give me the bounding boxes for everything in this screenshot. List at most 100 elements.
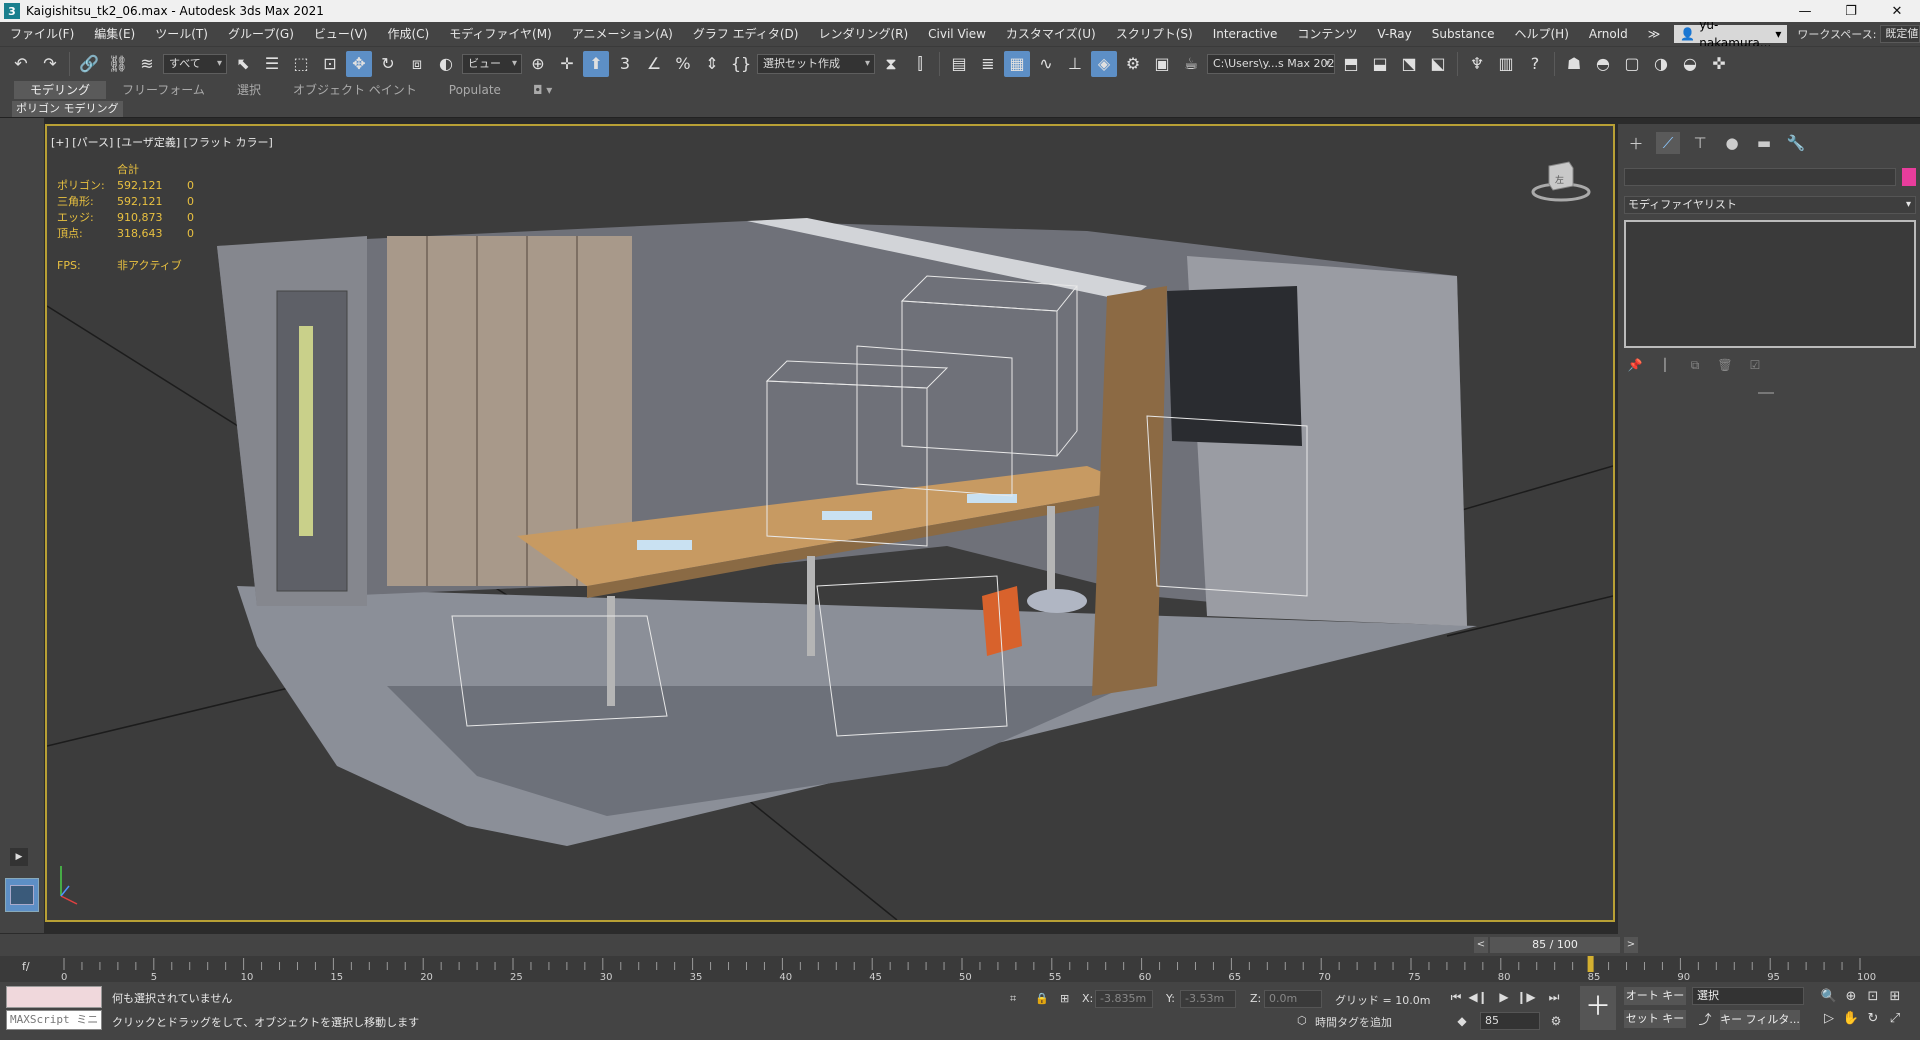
menu-modifiers[interactable]: モディファイヤ(M) (439, 22, 562, 46)
layer-select-icon[interactable]: ⬕ (1425, 51, 1451, 77)
time-slider[interactable]: < 85 / 100 > (0, 934, 1920, 956)
scene-explorer-icon[interactable]: ▤ (946, 51, 972, 77)
key-filters-button[interactable]: キー フィルタ... (1720, 1010, 1800, 1030)
menu-graph-editors[interactable]: グラフ エディタ(D) (683, 22, 809, 46)
layer-icon[interactable]: ⬓ (1367, 51, 1393, 77)
redo-icon[interactable]: ↷ (37, 51, 63, 77)
project-folder-icon[interactable]: ⬒ (1338, 51, 1364, 77)
viewport-label[interactable]: [+] [パース] [ユーザ定義] [フラット カラー] (51, 134, 273, 150)
go-to-end-icon[interactable]: ⏭ (1544, 988, 1564, 1006)
prev-frame-arrow-icon[interactable]: < (1474, 937, 1488, 953)
object-name-field[interactable] (1624, 168, 1896, 186)
show-end-result-icon[interactable]: ┃ (1656, 356, 1674, 374)
polygon-modeling-panel-label[interactable]: ポリゴン モデリング (12, 101, 123, 117)
next-frame-arrow-icon[interactable]: > (1624, 937, 1638, 953)
ribbon-tab-selection[interactable]: 選択 (221, 81, 277, 99)
layer-explorer-icon[interactable]: ≣ (975, 51, 1001, 77)
curve-editor-icon[interactable]: ∿ (1033, 51, 1059, 77)
menu-tools[interactable]: ツール(T) (145, 22, 218, 46)
menu-civil-view[interactable]: Civil View (918, 22, 996, 46)
snaps-toggle-icon[interactable]: 3 (612, 51, 638, 77)
key-mode-icon[interactable]: ◆ (1452, 1012, 1472, 1030)
auto-key-button[interactable]: オート キー (1624, 987, 1686, 1005)
substance-icon[interactable]: ◒ (1677, 51, 1703, 77)
project-path-dropdown[interactable]: C:\Users\y...s Max 2021 (1207, 53, 1335, 74)
align-icon[interactable]: ⫿ (907, 51, 933, 77)
menu-interactive[interactable]: Interactive (1203, 22, 1288, 46)
object-color-swatch[interactable] (1902, 168, 1916, 186)
z-coordinate-field[interactable]: 0.0m (1264, 990, 1322, 1008)
selection-filter-dropdown[interactable]: すべて (163, 53, 227, 74)
named-selection-set-dropdown[interactable]: 選択セット作成 (757, 53, 875, 74)
pin-stack-icon[interactable]: 📌 (1626, 356, 1644, 374)
mini-listener-output[interactable] (6, 986, 102, 1008)
zoom-extents-icon[interactable]: ⊡ (1864, 988, 1882, 1006)
go-to-start-icon[interactable]: ⏮ (1446, 988, 1466, 1006)
viewcube[interactable]: 左 (1529, 156, 1593, 206)
close-button[interactable]: ✕ (1874, 0, 1920, 22)
user-account-button[interactable]: 👤 yu-nakamura... ▾ (1674, 18, 1788, 50)
menu-rendering[interactable]: レンダリング(R) (808, 22, 918, 46)
civil-view-icon[interactable]: ♆ (1464, 51, 1490, 77)
select-scale-icon[interactable]: ⧈ (404, 51, 430, 77)
vray-icon[interactable]: ✜ (1706, 51, 1732, 77)
menu-scripting[interactable]: スクリプト(S) (1106, 22, 1203, 46)
current-frame-field[interactable]: 85 (1480, 1012, 1540, 1030)
modify-tab-icon[interactable]: ⟋ (1656, 132, 1680, 154)
select-rotate-icon[interactable]: ↻ (375, 51, 401, 77)
zoom-icon[interactable]: 🔍 (1820, 988, 1838, 1006)
menu-file[interactable]: ファイル(F) (0, 22, 84, 46)
render-activeshade-icon[interactable]: ◓ (1590, 51, 1616, 77)
render-production-icon[interactable]: ☕ (1178, 51, 1204, 77)
select-move-icon[interactable]: ✥ (346, 50, 372, 77)
edit-named-selection-icon[interactable]: {} (728, 51, 754, 77)
y-coordinate-field[interactable]: -3.53m (1180, 990, 1236, 1008)
absolute-mode-icon[interactable]: ⊞ (1060, 992, 1069, 1005)
unlink-icon[interactable]: ⛓ (105, 51, 131, 77)
perspective-viewport[interactable]: [+] [パース] [ユーザ定義] [フラット カラー] 合計 ポリゴン: 59… (45, 124, 1615, 922)
select-object-icon[interactable]: ⬉ (230, 51, 256, 77)
listener-icon[interactable]: ▥ (1493, 51, 1519, 77)
time-slider-thumb[interactable]: 85 / 100 (1490, 937, 1620, 953)
ribbon-tab-freeform[interactable]: フリーフォーム (106, 81, 221, 99)
reference-coordinate-dropdown[interactable]: ビュー (462, 53, 522, 74)
selection-set-dropdown[interactable]: 選択 (1692, 987, 1804, 1005)
maxscript-mini-input[interactable]: MAXScript ミニ (6, 1010, 102, 1030)
menu-content[interactable]: コンテンツ (1287, 22, 1367, 46)
menu-overflow[interactable]: ≫ (1638, 22, 1671, 46)
arnold-icon[interactable]: ◑ (1648, 51, 1674, 77)
mirror-icon[interactable]: ⧗ (878, 51, 904, 77)
time-config-icon[interactable]: ⚙ (1546, 1012, 1566, 1030)
layer-add-icon[interactable]: ⬔ (1396, 51, 1422, 77)
current-frame-marker[interactable] (1587, 956, 1594, 972)
menu-view[interactable]: ビュー(V) (304, 22, 378, 46)
keyboard-shortcut-override-icon[interactable]: ⬆ (583, 50, 609, 77)
select-by-name-icon[interactable]: ☰ (259, 51, 285, 77)
modifier-list-dropdown[interactable]: モディファイヤリスト (1624, 196, 1916, 214)
time-tag-icon[interactable]: ⬡ (1297, 1014, 1307, 1027)
spinner-snap-icon[interactable]: ⇕ (699, 51, 725, 77)
zoom-extents-all-icon[interactable]: ⊞ (1886, 988, 1904, 1006)
angle-snap-icon[interactable]: ∠ (641, 51, 667, 77)
utilities-tab-icon[interactable]: 🔧 (1784, 132, 1808, 154)
schematic-view-icon[interactable]: ⊥ (1062, 51, 1088, 77)
ribbon-options-icon[interactable]: ◘ ▾ (517, 81, 568, 99)
menu-edit[interactable]: 編集(E) (84, 22, 145, 46)
rect-selection-icon[interactable]: ⬚ (288, 51, 314, 77)
configure-sets-icon[interactable]: ☑ (1746, 356, 1764, 374)
panel-grip[interactable] (1758, 392, 1774, 394)
play-icon[interactable]: ▶ (1494, 988, 1514, 1006)
pan-icon[interactable]: ✋ (1842, 1010, 1860, 1028)
add-time-tag[interactable]: 時間タグを追加 (1315, 1014, 1392, 1030)
create-tab-icon[interactable]: ＋ (1624, 132, 1648, 154)
track-bar[interactable]: f∕ 0 5 10 15 20 25 30 35 40 45 50 55 60 65 70 75 80 85 90 9… (0, 956, 1920, 982)
ribbon-tab-object-paint[interactable]: オブジェクト ペイント (277, 81, 433, 99)
minimize-button[interactable]: — (1782, 0, 1828, 22)
zoom-all-icon[interactable]: ⊕ (1842, 988, 1860, 1006)
link-icon[interactable]: 🔗 (76, 51, 102, 77)
maximize-button[interactable]: ❐ (1828, 0, 1874, 22)
menu-vray[interactable]: V-Ray (1367, 22, 1421, 46)
ribbon-toggle-icon[interactable]: ▦ (1004, 50, 1030, 77)
undo-icon[interactable]: ↶ (8, 51, 34, 77)
remove-modifier-icon[interactable]: 🗑 (1716, 356, 1734, 374)
